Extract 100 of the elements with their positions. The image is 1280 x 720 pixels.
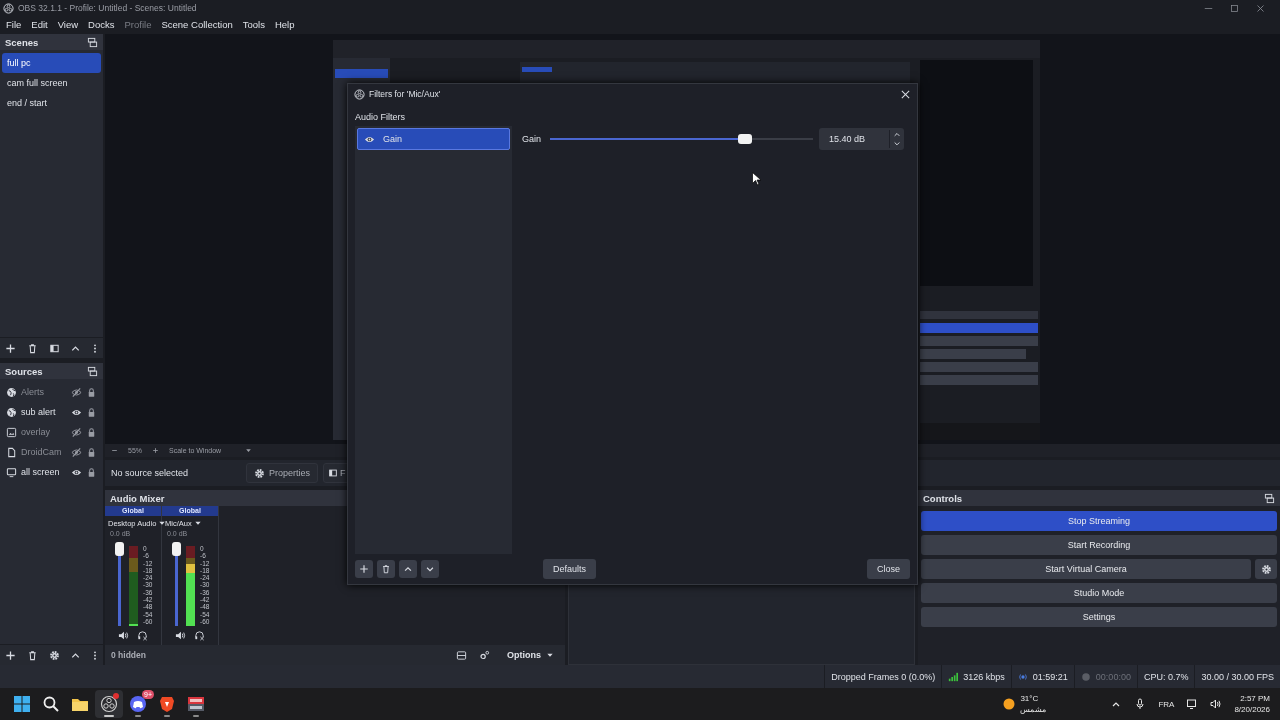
add-icon[interactable] [5, 342, 16, 354]
cpu-usage: CPU: 0.7% [1143, 671, 1189, 682]
add-button[interactable] [355, 560, 373, 578]
language-indicator[interactable]: FRA [1158, 699, 1175, 709]
windows-start-icon[interactable] [13, 695, 31, 713]
close-button[interactable]: Close [867, 559, 910, 579]
volume-slider[interactable] [115, 542, 124, 626]
lock-icon[interactable] [86, 466, 97, 478]
filter-item[interactable]: Gain [357, 128, 510, 150]
headphones-icon[interactable] [194, 629, 205, 641]
source-item[interactable]: DroidCam [21, 447, 67, 457]
menu-item[interactable]: Help [274, 18, 295, 30]
record-icon [1080, 671, 1091, 682]
slider-thumb[interactable] [115, 542, 124, 556]
volume-icon[interactable] [1210, 698, 1223, 710]
settings-icon[interactable] [48, 649, 60, 661]
source-item[interactable]: all screen [21, 467, 67, 477]
remove-button[interactable] [377, 560, 395, 578]
hidden-icon[interactable] [71, 426, 82, 438]
lock-icon[interactable] [86, 406, 97, 418]
file-icon [6, 446, 17, 458]
dock-title: Scenes [5, 36, 39, 48]
clock-date[interactable]: 8/20/2026 [1234, 704, 1270, 715]
source-item[interactable]: overlay [21, 427, 67, 437]
slider-thumb[interactable] [172, 542, 181, 556]
lock-icon[interactable] [86, 386, 97, 398]
app-logo-icon [354, 88, 365, 100]
scene-item[interactable]: full pc [2, 53, 101, 73]
menu-item[interactable]: View [57, 18, 79, 30]
clock-time[interactable]: 2:57 PM [1240, 693, 1270, 704]
hidden-icon[interactable] [71, 386, 82, 398]
lock-icon[interactable] [86, 426, 97, 438]
add-icon [359, 564, 369, 574]
decrement-icon[interactable] [893, 139, 901, 148]
search-icon[interactable] [42, 695, 60, 713]
zoom-out-icon[interactable] [111, 447, 118, 454]
options-button[interactable]: Options [502, 648, 559, 662]
more-icon[interactable] [92, 649, 98, 661]
layout-icon[interactable] [456, 649, 467, 661]
panel-icon[interactable] [48, 342, 60, 354]
undock-icon[interactable] [1264, 492, 1275, 504]
scene-item[interactable]: end / start [2, 93, 101, 113]
temperature: 31°C [1020, 693, 1040, 704]
volume-slider[interactable] [172, 542, 181, 626]
image-icon [6, 426, 17, 438]
control-button[interactable]: Stop Streaming [921, 511, 1277, 531]
hidden-count: 0 hidden [111, 650, 146, 660]
trash-icon[interactable] [26, 649, 38, 661]
menu-item[interactable]: Tools [242, 18, 265, 30]
menu-item[interactable]: Docks [88, 18, 115, 30]
mixer-app-icon[interactable] [187, 695, 205, 713]
settings-icon [254, 467, 265, 479]
scene-item[interactable]: cam full screen [2, 73, 101, 93]
menu-item[interactable]: Edit [31, 18, 48, 30]
undock-icon[interactable] [87, 36, 98, 48]
network-icon[interactable] [1186, 698, 1199, 710]
weather-condition: مشمس [1020, 704, 1047, 715]
trash-icon[interactable] [26, 342, 38, 354]
control-button[interactable]: Start Recording [921, 535, 1277, 555]
cursor-icon [752, 172, 761, 186]
control-button[interactable]: Studio Mode [921, 583, 1277, 603]
more-icon[interactable] [92, 342, 98, 354]
property-label: Gain [522, 134, 542, 144]
move-up-button[interactable] [399, 560, 417, 578]
source-item[interactable]: sub alert [21, 407, 67, 417]
properties-button[interactable]: Properties [246, 463, 319, 483]
obs-app-icon[interactable] [100, 695, 118, 713]
headphones-icon[interactable] [137, 629, 148, 641]
slider-thumb[interactable] [737, 134, 752, 144]
dropped-frames: Dropped Frames 0 (0.0%) [831, 671, 936, 682]
speaker-icon[interactable] [118, 629, 129, 641]
gain-slider[interactable] [550, 134, 813, 144]
control-button[interactable]: Start Virtual Camera [921, 559, 1251, 579]
lion-shield-icon[interactable] [158, 695, 176, 713]
menu-item[interactable]: Scene Collection [161, 18, 233, 30]
undock-icon[interactable] [87, 365, 98, 377]
microphone-icon[interactable] [1134, 698, 1147, 710]
menu-item[interactable]: File [6, 18, 22, 30]
move-down-button[interactable] [421, 560, 439, 578]
defaults-button[interactable]: Defaults [543, 559, 597, 579]
signal-bars-icon [948, 671, 959, 682]
value-spinbox[interactable]: 15.40 dB [819, 128, 904, 150]
settings-button[interactable] [1255, 559, 1277, 579]
caret-icon [245, 447, 253, 454]
chat-app-icon[interactable] [129, 695, 147, 713]
maximize-icon[interactable] [1230, 3, 1239, 13]
control-button[interactable]: Settings [921, 607, 1277, 627]
sun-icon[interactable] [1003, 698, 1016, 710]
add-icon[interactable] [5, 649, 16, 661]
dock-title: Controls [923, 492, 963, 504]
speaker-icon[interactable] [175, 629, 186, 641]
zoom-in-icon[interactable] [152, 447, 159, 454]
increment-icon[interactable] [893, 130, 901, 139]
app-logo-icon [3, 2, 14, 14]
settings-icon [1260, 563, 1272, 575]
advanced-settings-icon[interactable] [479, 649, 490, 661]
hidden-icon[interactable] [71, 446, 82, 458]
lock-icon[interactable] [86, 446, 97, 458]
source-item[interactable]: Alerts [21, 387, 67, 397]
window-title: OBS 32.1.1 - Profile: Untitled - Scenes: Untitled [18, 3, 197, 13]
